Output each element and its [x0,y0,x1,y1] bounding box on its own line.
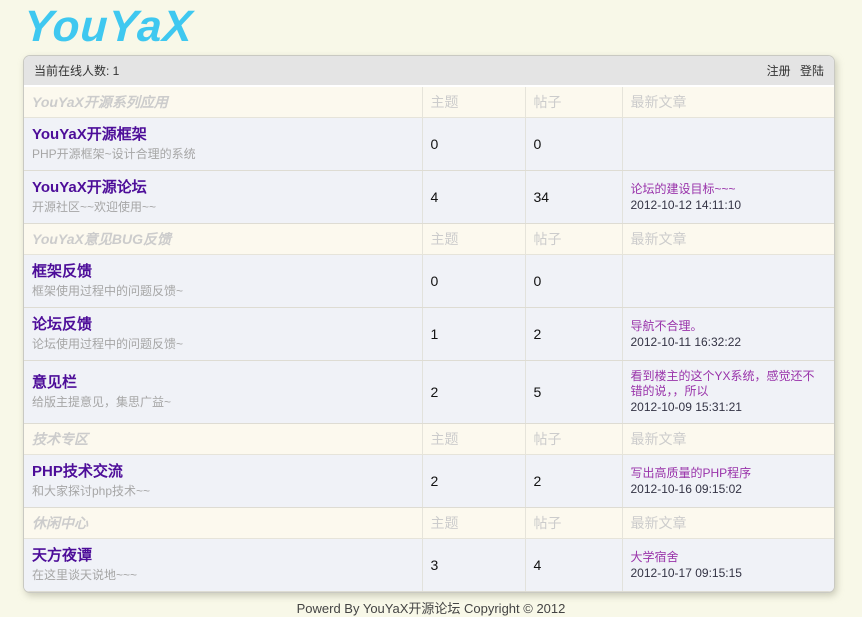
forum-link[interactable]: 论坛反馈 [32,316,92,333]
latest-post-date: 2012-10-16 09:15:02 [630,481,742,496]
forum-row: PHP技术交流 和大家探讨php技术~~ 2 2 写出高质量的PHP程序 2012-10-… [24,454,834,508]
forum-name-cell: 意见栏给版主提意见，集思广益~ [24,360,423,424]
forum-name-cell: YouYaX开源论坛 开源社区~~欢迎使用~~ [24,170,423,224]
forum-link[interactable]: YouYaX开源论坛 [32,179,147,196]
forum-description: 开源社区~~欢迎使用~~ [32,200,157,214]
forum-table-body: YouYaX开源系列应用 主题 帖子 最新文章 YouYaX开源框架 PHP开源框架~设计… [24,87,834,592]
latest-post-link[interactable]: 论坛的建设目标~~~ [631,182,827,197]
latest-column-header: 最新文章 [622,507,834,539]
topics-count: 3 [422,538,526,592]
posts-count: 2 [525,307,623,361]
category-title: YouYaX意见BUG反馈 [24,223,423,255]
latest-post-link[interactable]: 导航不合理。 [631,319,827,334]
footer-text: Powerd By YouYaX开源论坛 Copyright © 2012 [296,601,566,616]
forum-row: 意见栏 给版主提意见，集思广益~ 2 5 看到楼主的这个YX系统，感觉还不错的说，，所以… [24,360,834,424]
posts-column-header: 帖子 [525,223,623,255]
forum-row: 框架反馈 框架使用过程中的问题反馈~ 0 0 [24,254,834,308]
online-users-text: 当前在线人数: 1 [34,64,120,78]
latest-post-cell: 写出高质量的PHP程序 2012-10-16 09:15:02 [622,454,834,508]
latest-post-link[interactable]: 写出高质量的PHP程序 [631,466,827,481]
topics-column-header: 主题 [422,507,526,539]
topbar: 当前在线人数: 1 注册 登陆 [24,56,834,85]
category-title: 技术专区 [24,423,423,455]
topics-count: 4 [422,170,526,224]
posts-column-header: 帖子 [525,423,623,455]
topics-column-header: 主题 [422,223,526,255]
posts-count: 0 [525,254,623,308]
latest-post-date: 2012-10-11 16:32:22 [630,334,742,349]
forum-description: 框架使用过程中的问题反馈~ [32,284,184,298]
latest-post-cell: 大学宿舍 2012-10-17 09:15:15 [622,538,834,592]
forum-link[interactable]: 天方夜谭 [32,547,92,564]
latest-post-cell: 导航不合理。 2012-10-11 16:32:22 [622,307,834,361]
latest-post-date: 2012-10-17 09:15:15 [630,565,742,580]
category-header-row: YouYaX意见BUG反馈 主题 帖子 最新文章 [24,223,834,255]
posts-count: 5 [525,360,623,424]
forum-row: YouYaX开源框架 PHP开源框架~设计合理的系统 0 0 [24,117,834,171]
topics-count: 2 [422,454,526,508]
latest-post-link[interactable]: 大学宿舍 [631,550,827,565]
posts-count: 0 [525,117,623,171]
forum-row: 论坛反馈 论坛使用过程中的问题反馈~ 1 2 导航不合理。 2012-10-11 16:3… [24,307,834,361]
forum-name-cell: 天方夜谭在这里谈天说地~~~ [24,538,423,592]
forum-name-cell: YouYaX开源框架 PHP开源框架~设计合理的系统 [24,117,423,171]
posts-column-header: 帖子 [525,507,623,539]
topics-column-header: 主题 [422,423,526,455]
forum-row: 天方夜谭 在这里谈天说地~~~ 3 4 大学宿舍 2012-10-17 09:15:15 [24,538,834,592]
topics-count: 0 [422,254,526,308]
topics-count: 2 [422,360,526,424]
forum-link[interactable]: PHP技术交流 [32,463,123,480]
latest-post-cell [622,117,834,171]
topics-count: 0 [422,117,526,171]
latest-post-cell: 论坛的建设目标~~~ 2012-10-12 14:11:10 [622,170,834,224]
category-header-row: 休闲中心 主题 帖子 最新文章 [24,507,834,539]
category-header-row: 技术专区 主题 帖子 最新文章 [24,423,834,455]
category-header-row: YouYaX开源系列应用 主题 帖子 最新文章 [24,87,834,118]
latest-post-date: 2012-10-09 15:31:21 [630,400,742,414]
forum-link[interactable]: YouYaX开源框架 [32,126,147,143]
forum-name-cell: PHP技术交流和大家探讨php技术~~ [24,454,423,508]
main-container: 当前在线人数: 1 注册 登陆 YouYaX开源系列应用 主题 帖子 最新文章 YouY… [23,55,835,593]
category-title: YouYaX开源系列应用 [24,87,423,118]
forum-description: 在这里谈天说地~~~ [32,568,138,582]
topics-count: 1 [422,307,526,361]
latest-post-link[interactable]: 看到楼主的这个YX系统，感觉还不错的说，，所以 [631,369,827,399]
site-logo: YouYaX [22,2,195,51]
forum-description: 和大家探讨php技术~~ [32,484,151,498]
topbar-links: 注册 登陆 [761,62,824,79]
forum-name-cell: 论坛反馈论坛使用过程中的问题反馈~ [24,307,423,361]
latest-post-cell: 看到楼主的这个YX系统，感觉还不错的说，，所以 2012-10-09 15:31:… [622,360,834,424]
forum-link[interactable]: 框架反馈 [32,263,92,280]
forum-row: YouYaX开源论坛 开源社区~~欢迎使用~~ 4 34 论坛的建设目标~~~ 2012-… [24,170,834,224]
forum-description: 论坛使用过程中的问题反馈~ [32,337,184,351]
forum-description: 给版主提意见，集思广益~ [32,395,172,409]
latest-post-cell [622,254,834,308]
latest-column-header: 最新文章 [622,423,834,455]
register-link[interactable]: 注册 [767,64,791,78]
login-link[interactable]: 登陆 [800,64,824,78]
latest-column-header: 最新文章 [622,87,834,118]
forum-description: PHP开源框架~设计合理的系统 [32,147,196,161]
latest-post-date: 2012-10-12 14:11:10 [630,197,742,212]
forum-name-cell: 框架反馈框架使用过程中的问题反馈~ [24,254,423,308]
category-title: 休闲中心 [24,507,423,539]
topics-column-header: 主题 [422,87,526,118]
posts-count: 34 [525,170,623,224]
forum-table: YouYaX开源系列应用 主题 帖子 最新文章 YouYaX开源框架 PHP开源框架~设计… [24,87,834,592]
posts-column-header: 帖子 [525,87,623,118]
posts-count: 4 [525,538,623,592]
posts-count: 2 [525,454,623,508]
forum-link[interactable]: 意见栏 [32,374,77,391]
latest-column-header: 最新文章 [622,223,834,255]
